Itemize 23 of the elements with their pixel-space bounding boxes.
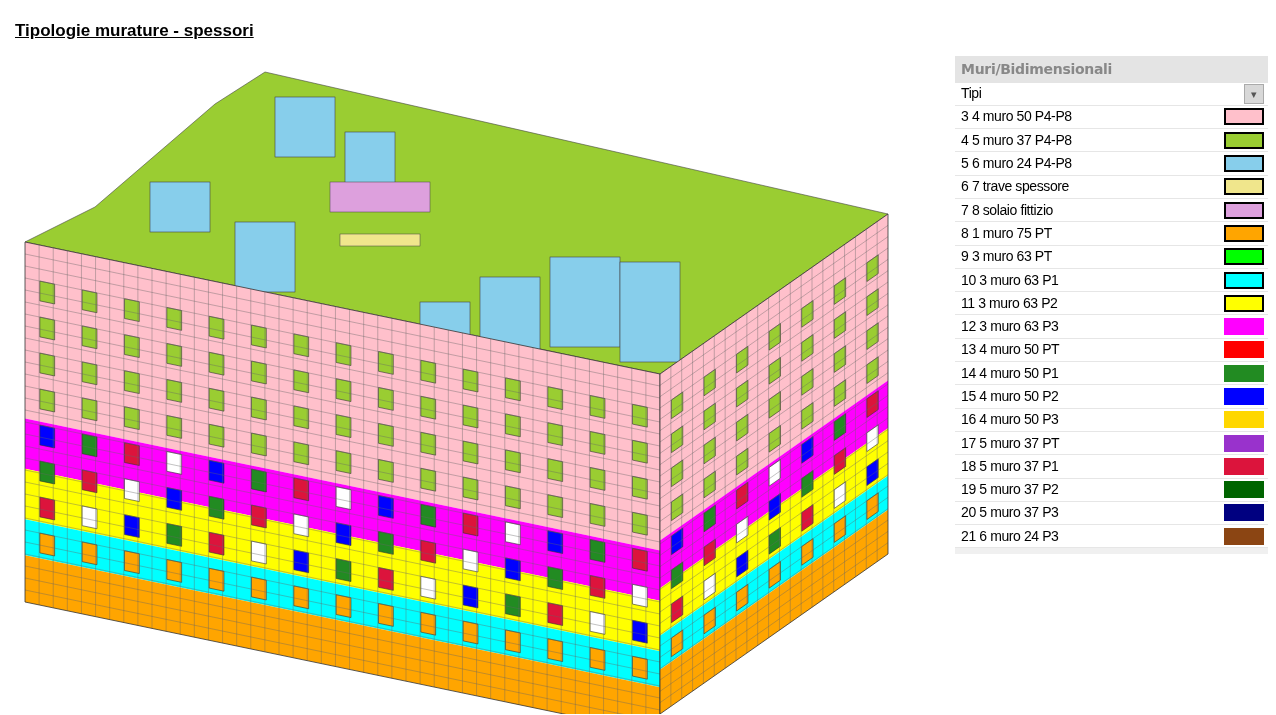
legend-label: 18 5 muro 37 P1 — [961, 456, 1059, 476]
legend-label: 4 5 muro 37 P4-P8 — [961, 130, 1072, 150]
legend-label: 8 1 muro 75 PT — [961, 223, 1052, 243]
legend-label: 19 5 muro 37 P2 — [961, 480, 1059, 500]
legend-label: 16 4 muro 50 P3 — [961, 410, 1059, 430]
legend-label: 14 4 muro 50 P1 — [961, 363, 1059, 383]
legend-label: 11 3 muro 63 P2 — [961, 293, 1058, 313]
slide-title: Tipologie murature - spessori — [15, 20, 255, 42]
legend-label: 7 8 solaio fittizio — [961, 200, 1053, 220]
legend-label: 3 4 muro 50 P4-P8 — [961, 107, 1072, 127]
legend-label: 15 4 muro 50 P2 — [961, 387, 1059, 406]
legend-label: 9 3 muro 63 PT — [961, 247, 1052, 267]
legend-label: 17 5 muro 37 PT — [961, 433, 1060, 453]
legend-label: 12 3 muro 63 P3 — [961, 317, 1059, 337]
legend-label: 13 4 muro 50 PT — [961, 340, 1060, 360]
legend-label: 5 6 muro 24 P4-P8 — [961, 154, 1072, 174]
legend-label: 21 6 muro 24 P3 — [961, 526, 1059, 546]
type-dropdown[interactable]: Tipi ▾ — [955, 82, 1268, 106]
legend-label: 20 5 muro 37 P3 — [961, 503, 1059, 523]
legend-header: Muri/Bidimensionali — [955, 55, 1268, 83]
dropdown-arrow-button[interactable]: ▾ — [1244, 83, 1264, 104]
legend-label: 10 3 muro 63 P1 — [961, 270, 1059, 290]
legend-label: 6 7 trave spessore — [961, 177, 1069, 197]
